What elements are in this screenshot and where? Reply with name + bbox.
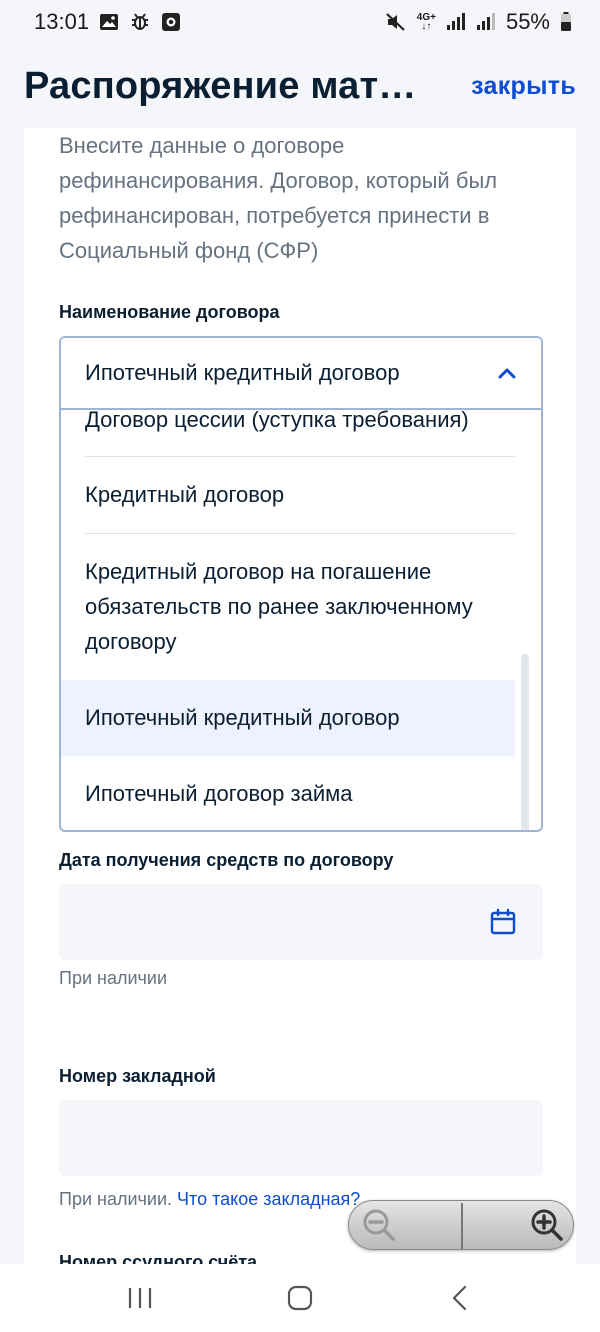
gallery-notification-icon [99, 12, 119, 32]
date-field-label: Дата получения средств по договору [59, 850, 394, 870]
mortgage-hint-text: При наличии. [59, 1189, 173, 1209]
mortgage-number-label: Номер закладной [59, 1066, 216, 1086]
calendar-icon[interactable] [489, 908, 517, 936]
mortgage-number-hint: При наличии. Что такое закладная? [59, 1189, 360, 1210]
status-left: 13:01 [34, 9, 181, 35]
status-time: 13:01 [34, 9, 90, 34]
date-input[interactable] [59, 884, 543, 960]
option-mortgage-credit-contract[interactable]: Ипотечный кредитный договор [61, 680, 515, 756]
dropdown-options[interactable]: Договор цессии (уступка требования) Кред… [61, 410, 541, 830]
chevron-up-icon [497, 366, 517, 380]
app-header: Распоряжение мате… закрыть [0, 44, 600, 128]
contract-name-label: Наименование договора [59, 302, 280, 322]
page-title: Распоряжение мате… [24, 64, 424, 107]
select-value: Ипотечный кредитный договор [85, 360, 400, 385]
zoom-divider [461, 1203, 463, 1249]
battery-icon [560, 12, 572, 32]
contract-name-select-head[interactable]: Ипотечный кредитный договор [61, 338, 541, 410]
option-mortgage-loan-contract[interactable]: Ипотечный договор займа [61, 756, 515, 830]
status-right: 4G+ ↓↑ 55% [385, 9, 572, 35]
option-assignment-contract[interactable]: Договор цессии (уступка требования) [61, 410, 515, 444]
zoom-control [348, 1200, 574, 1250]
recent-apps-icon[interactable] [110, 1268, 170, 1328]
signal-icon [446, 13, 466, 31]
home-icon[interactable] [270, 1268, 330, 1328]
what-is-mortgage-link[interactable]: Что такое закладная? [177, 1189, 360, 1209]
close-button[interactable]: закрыть [471, 72, 576, 101]
battery-level: 55% [505, 9, 550, 34]
mute-icon [385, 11, 407, 33]
dropdown-scrollbar[interactable] [521, 654, 529, 830]
loan-account-label: Номер ссудного счёта [59, 1252, 258, 1264]
date-field-hint: При наличии [59, 968, 167, 988]
mortgage-number-input[interactable] [59, 1100, 543, 1176]
signal-icon-2 [476, 13, 496, 31]
status-bar: 13:01 4G+ ↓↑ 55% [0, 0, 600, 44]
option-credit-contract[interactable]: Кредитный договор [61, 457, 515, 533]
contract-name-select[interactable]: Ипотечный кредитный договор Договор цесс… [59, 336, 543, 832]
form-card: Внесите данные о договоре рефинансирован… [24, 128, 576, 1264]
option-refinancing-credit-contract[interactable]: Кредитный договор на погашение обязатель… [61, 534, 515, 680]
zoom-out-icon[interactable] [359, 1205, 399, 1245]
intro-text: Внесите данные о договоре рефинансирован… [59, 133, 498, 263]
record-notification-icon [161, 12, 181, 32]
zoom-in-icon[interactable] [527, 1205, 567, 1245]
network-type: 4G+ ↓↑ [416, 12, 436, 32]
bug-notification-icon [129, 11, 151, 33]
navigation-bar [0, 1264, 600, 1332]
back-icon[interactable] [430, 1268, 490, 1328]
